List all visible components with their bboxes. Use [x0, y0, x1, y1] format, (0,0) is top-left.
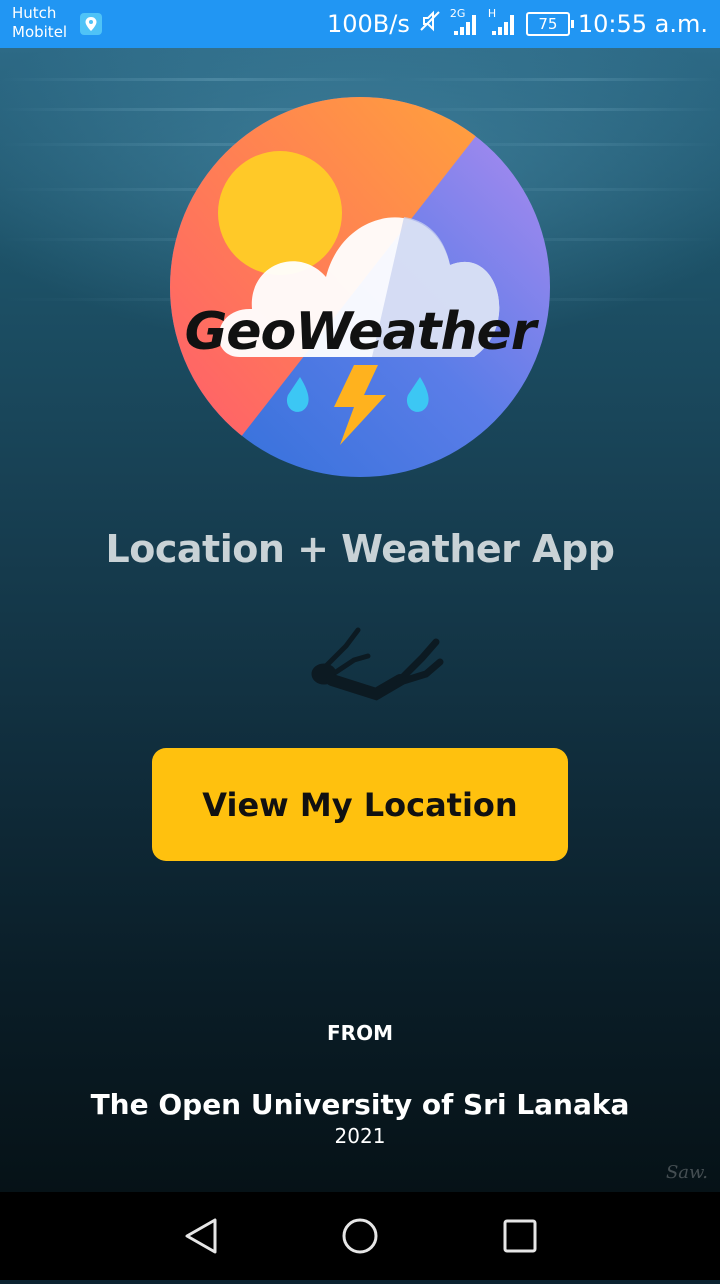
carrier-line-2: Mobitel: [12, 23, 68, 41]
mute-icon: [418, 9, 442, 39]
signal-h-icon: H: [488, 7, 518, 37]
network-speed: 100B/s: [326, 10, 410, 38]
status-bar: Hutch Mobitel 100B/s 2G H 75 10:55 a.m.: [0, 0, 720, 48]
signal-2g-icon: 2G: [450, 7, 480, 37]
app-tagline: Location + Weather App: [105, 527, 615, 571]
organization-name: The Open University of Sri Lanaka: [90, 1088, 630, 1121]
from-label: FROM: [327, 1021, 393, 1045]
year-label: 2021: [334, 1124, 386, 1148]
carrier-line-1: Hutch: [12, 4, 57, 22]
home-icon[interactable]: [320, 1192, 400, 1280]
recents-icon[interactable]: [480, 1192, 560, 1280]
signal-2g-label: 2G: [449, 7, 466, 20]
navigation-bar: [0, 1192, 720, 1280]
location-service-icon: [80, 13, 102, 35]
view-my-location-button[interactable]: View My Location: [152, 748, 568, 861]
logo-title: GeoWeather: [184, 302, 537, 362]
battery-level: 75: [538, 15, 558, 33]
carrier-name: Hutch Mobitel: [12, 4, 67, 42]
back-icon[interactable]: [160, 1192, 240, 1280]
photo-watermark: Saw.: [665, 1162, 708, 1183]
diver-silhouette: [311, 627, 444, 701]
battery-icon: 75: [525, 12, 574, 36]
clock: 10:55 a.m.: [577, 10, 708, 38]
signal-h-label: H: [487, 7, 497, 20]
geoweather-logo: [170, 97, 550, 477]
